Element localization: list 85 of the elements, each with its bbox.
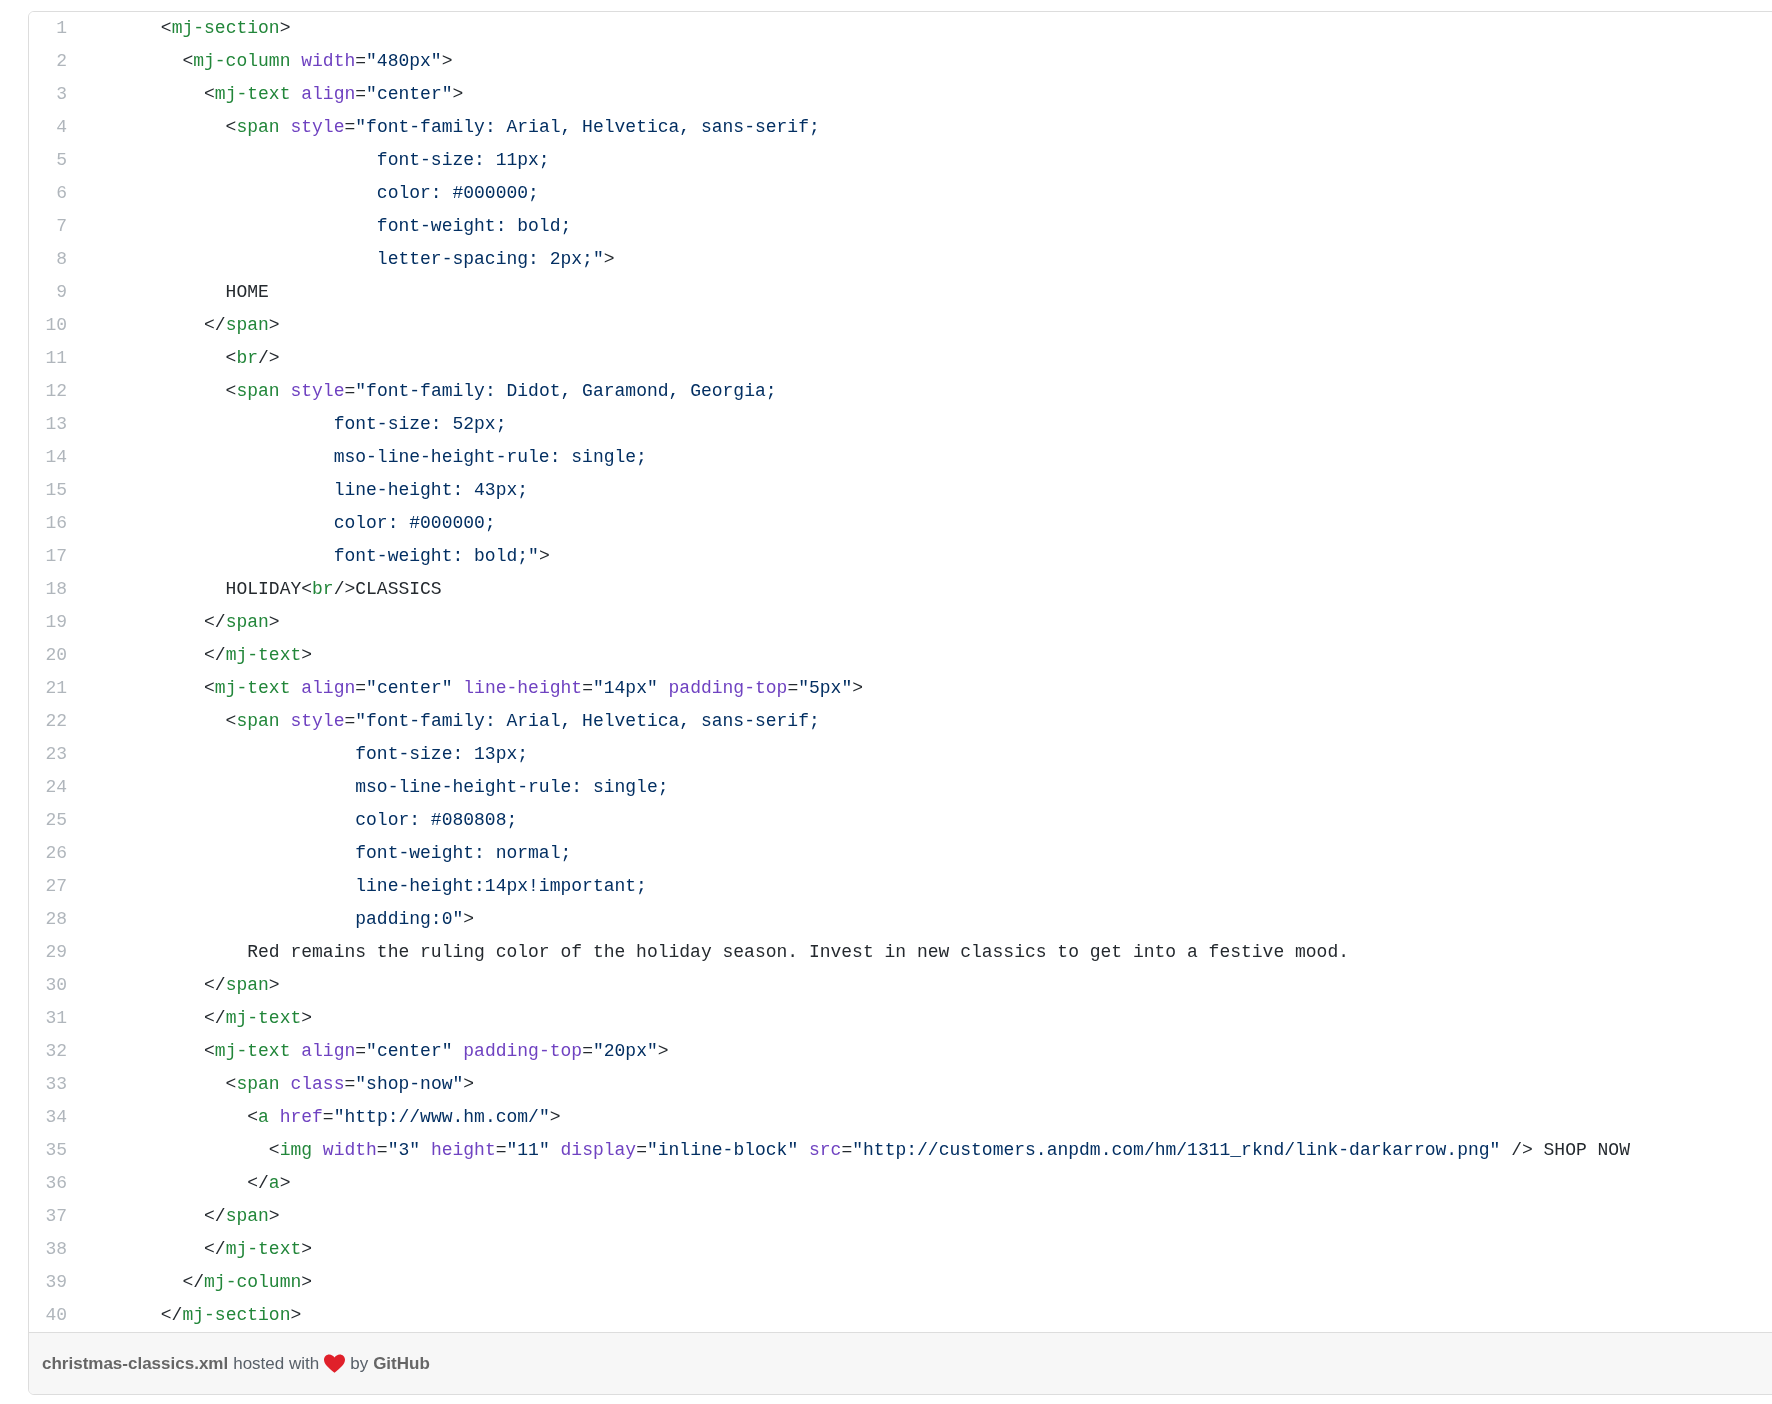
heart-icon: [324, 1353, 346, 1374]
line-number: 2: [55, 50, 67, 73]
hosted-with-text: hosted with: [233, 1352, 320, 1375]
line-number: 28: [44, 908, 67, 931]
line-number: 39: [44, 1271, 67, 1294]
code-line: font-weight: bold;">: [332, 545, 550, 568]
line-number: 10: [44, 314, 67, 337]
code-line: </span>: [203, 611, 280, 634]
code-line: <mj-text align="center">: [203, 83, 464, 106]
code-line: font-size: 13px;: [354, 743, 529, 766]
line-number: 11: [44, 347, 67, 370]
code-line: </mj-text>: [203, 1007, 313, 1030]
by-text: by: [350, 1352, 369, 1375]
line-number: 24: [44, 776, 67, 799]
code-line: font-weight: normal;: [354, 842, 572, 865]
line-number: 6: [55, 182, 67, 205]
line-number: 23: [44, 743, 67, 766]
line-number: 27: [44, 875, 67, 898]
code-line: <span style="font-family: Arial, Helvetica, sans-serif;: [224, 710, 820, 733]
code-line: </mj-text>: [203, 1238, 313, 1261]
line-number: 37: [44, 1205, 67, 1228]
line-number: 1: [55, 17, 67, 40]
code-line: HOME: [224, 281, 269, 304]
code-line: <a href="http://www.hm.com/">: [246, 1106, 561, 1129]
code-line: font-size: 11px;: [375, 149, 550, 172]
line-number: 20: [44, 644, 67, 667]
line-number: 29: [44, 941, 67, 964]
code-line: <span class="shop-now">: [224, 1073, 475, 1096]
code-line: <img width="3" height="11" display="inline-block" src="http://customers.anpdm.com/hm/1311_rknd/link-darkarrow.png" /> SHOP NOW: [267, 1139, 1630, 1162]
github-link[interactable]: GitHub: [373, 1350, 430, 1377]
code-line: mso-line-height-rule: single;: [354, 776, 669, 799]
line-number: 19: [44, 611, 67, 634]
file-link[interactable]: christmas-classics.xml: [42, 1350, 229, 1377]
line-number: 30: [44, 974, 67, 997]
code-line: color: #000000;: [332, 512, 496, 535]
code-line: </span>: [203, 314, 280, 337]
code-line: <mj-text align="center" line-height="14px" padding-top="5px">: [203, 677, 863, 700]
code-line: <mj-column width="480px">: [181, 50, 453, 73]
line-number: 13: [44, 413, 67, 436]
code-line: line-height:14px!important;: [354, 875, 647, 898]
line-number: 14: [44, 446, 67, 469]
code-line: </span>: [203, 974, 280, 997]
code-line: <span style="font-family: Didot, Garamond, Georgia;: [224, 380, 777, 403]
line-number: 36: [44, 1172, 67, 1195]
code-line: letter-spacing: 2px;">: [375, 248, 615, 271]
code-line: <mj-section>: [159, 17, 291, 40]
line-number: 38: [44, 1238, 67, 1261]
line-number: 12: [44, 380, 67, 403]
code-line: </mj-column>: [181, 1271, 313, 1294]
line-number: 4: [55, 116, 67, 139]
line-number: 16: [44, 512, 67, 535]
line-number: 31: [44, 1007, 67, 1030]
code-line: </a>: [246, 1172, 291, 1195]
line-number: 35: [44, 1139, 67, 1162]
line-number: 18: [44, 578, 67, 601]
code-line: color: #080808;: [354, 809, 518, 832]
line-number: 9: [55, 281, 67, 304]
line-number: 5: [55, 149, 67, 172]
line-number: 33: [44, 1073, 67, 1096]
code-line: padding:0">: [354, 908, 475, 931]
line-number: 15: [44, 479, 67, 502]
code-line: Red remains the ruling color of the holiday season. Invest in new classics to get into a festive mood.: [246, 941, 1349, 964]
code-line: color: #000000;: [375, 182, 539, 205]
code-line: line-height: 43px;: [332, 479, 529, 502]
line-number: 32: [44, 1040, 67, 1063]
line-number: 7: [55, 215, 67, 238]
code-line: </span>: [203, 1205, 280, 1228]
line-number: 26: [44, 842, 67, 865]
line-number: 3: [55, 83, 67, 106]
code-line: <br/>: [224, 347, 280, 370]
line-number: 40: [44, 1304, 67, 1327]
line-number: 17: [44, 545, 67, 568]
code-line: font-size: 52px;: [332, 413, 507, 436]
code-line: HOLIDAY<br/>CLASSICS: [224, 578, 442, 601]
code-line: </mj-section>: [159, 1304, 302, 1327]
code-line: mso-line-height-rule: single;: [332, 446, 647, 469]
code-line: <mj-text align="center" padding-top="20px">: [203, 1040, 669, 1063]
line-number: 25: [44, 809, 67, 832]
line-number: 34: [44, 1106, 67, 1129]
code-line: </mj-text>: [203, 644, 313, 667]
line-number: 22: [44, 710, 67, 733]
code-line: <span style="font-family: Arial, Helvetica, sans-serif;: [224, 116, 820, 139]
code-line: font-weight: bold;: [375, 215, 572, 238]
line-number: 8: [55, 248, 67, 271]
line-number: 21: [44, 677, 67, 700]
